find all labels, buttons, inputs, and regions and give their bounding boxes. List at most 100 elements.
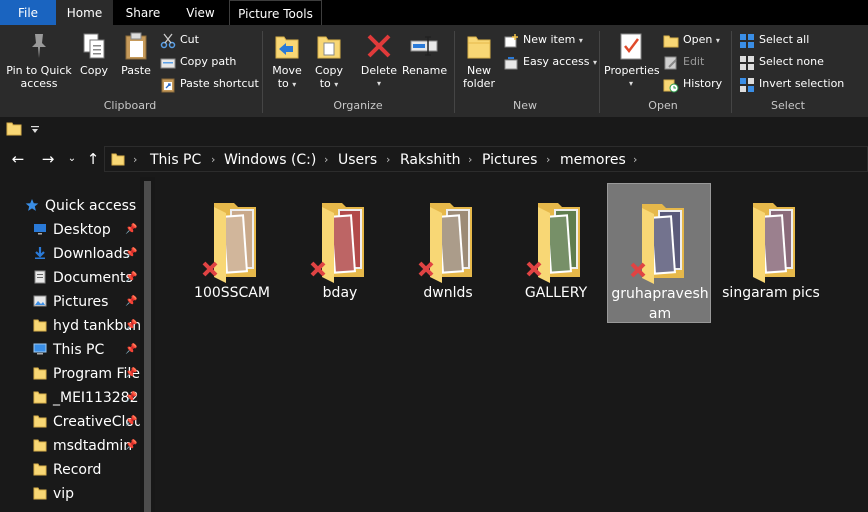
up-arrow-icon[interactable]: ↑ bbox=[84, 149, 102, 169]
breadcrumb-users[interactable]: Users bbox=[338, 152, 377, 168]
delete-label: Delete bbox=[360, 64, 398, 77]
pin-to-quick-access-button[interactable]: Pin to Quick access bbox=[5, 31, 73, 90]
sidebar-item-label: msdtadmin bbox=[53, 438, 133, 454]
folder-thumbnail-icon bbox=[310, 203, 364, 283]
select-all-icon bbox=[740, 34, 754, 48]
recent-locations-chevron-icon[interactable]: ⌄ bbox=[63, 149, 81, 169]
breadcrumb-windows-c[interactable]: Windows (C:) bbox=[224, 152, 316, 168]
pictures-icon bbox=[33, 295, 47, 307]
copy-path-icon bbox=[160, 58, 176, 69]
chevron-right-icon[interactable]: › bbox=[133, 153, 137, 166]
back-arrow-icon[interactable]: ← bbox=[9, 149, 27, 169]
download-icon bbox=[35, 247, 45, 259]
sidebar-item[interactable]: This PC 📌 bbox=[0, 338, 140, 362]
folder-name: GALLERY bbox=[524, 285, 588, 301]
pin-label-1: Pin to Quick bbox=[6, 64, 72, 77]
properties-button[interactable]: Properties ▾ bbox=[604, 31, 660, 90]
chevron-right-icon[interactable]: › bbox=[386, 153, 390, 166]
paste-button[interactable]: Paste bbox=[118, 31, 154, 77]
breadcrumb-this-pc[interactable]: This PC bbox=[150, 152, 201, 168]
sidebar-item[interactable]: hyd tankbund📌 bbox=[0, 314, 140, 338]
pin-icon: 📌 bbox=[125, 440, 138, 451]
move-to-button[interactable]: Move to ▾ bbox=[270, 31, 304, 91]
tab-view[interactable]: View bbox=[173, 0, 228, 25]
edit-pencil-icon bbox=[664, 56, 677, 70]
tab-picture-tools[interactable]: Picture Tools bbox=[229, 0, 322, 25]
navigation-scrollbar[interactable] bbox=[140, 177, 155, 512]
rename-button[interactable]: Rename bbox=[402, 31, 448, 77]
pin-icon: 📌 bbox=[125, 344, 138, 355]
scrollbar-thumb[interactable] bbox=[144, 181, 151, 512]
open-group-label: Open bbox=[648, 99, 678, 112]
breadcrumb-memores[interactable]: memores bbox=[560, 152, 626, 168]
ribbon-separator bbox=[731, 31, 732, 113]
folder-thumbnail-icon bbox=[630, 204, 684, 284]
folder-item[interactable]: gruhapravesham bbox=[607, 183, 711, 323]
tab-home[interactable]: Home bbox=[56, 0, 113, 25]
quick-access-item[interactable]: Quick access bbox=[0, 194, 140, 218]
delete-x-icon bbox=[367, 34, 391, 58]
pin-icon: 📌 bbox=[125, 368, 138, 379]
sidebar-item-label: Pictures bbox=[53, 294, 109, 310]
sidebar-item[interactable]: vip bbox=[0, 482, 140, 506]
copy-to-icon bbox=[317, 36, 341, 59]
rename-label: Rename bbox=[402, 64, 448, 77]
ribbon-tab-bar: File Home Share View Picture Tools bbox=[0, 0, 868, 25]
breadcrumb-rakshith[interactable]: Rakshith bbox=[400, 152, 461, 168]
chevron-right-icon[interactable]: › bbox=[211, 153, 215, 166]
folder-item[interactable]: GALLERY bbox=[504, 183, 608, 323]
pin-label-2: access bbox=[20, 77, 58, 90]
ribbon-separator bbox=[262, 31, 263, 113]
move-to-icon bbox=[275, 36, 299, 59]
sidebar-item[interactable]: Desktop 📌 bbox=[0, 218, 140, 242]
sidebar-item[interactable]: msdtadmin 📌 bbox=[0, 434, 140, 458]
folder-icon[interactable] bbox=[6, 122, 22, 136]
breadcrumb-pictures[interactable]: Pictures bbox=[482, 152, 537, 168]
chevron-right-icon[interactable]: › bbox=[468, 153, 472, 166]
clipboard-group-label: Clipboard bbox=[103, 99, 157, 112]
sidebar-item[interactable]: Program Files 📌 bbox=[0, 362, 140, 386]
pin-icon: 📌 bbox=[125, 272, 138, 283]
sidebar-item-label: Downloads bbox=[53, 246, 130, 262]
address-bar[interactable]: › This PC › Windows (C:) › Users › Raksh… bbox=[104, 146, 868, 172]
forward-arrow-icon[interactable]: → bbox=[39, 149, 57, 169]
new-folder-label-1: New bbox=[467, 64, 491, 77]
folder-item[interactable]: singaram pics bbox=[719, 183, 823, 323]
pin-icon: 📌 bbox=[125, 248, 138, 259]
copy-to-button[interactable]: Copy to ▾ bbox=[312, 31, 346, 91]
folder-name: 100SSCAM bbox=[194, 285, 270, 301]
sidebar-item-label: Documents bbox=[53, 270, 133, 286]
sidebar-item[interactable]: Downloads 📌 bbox=[0, 242, 140, 266]
sidebar-item-label: Record bbox=[53, 462, 102, 478]
folder-item[interactable]: dwnlds bbox=[396, 183, 500, 323]
chevron-right-icon[interactable]: › bbox=[324, 153, 328, 166]
paste-label: Paste bbox=[121, 64, 151, 77]
sidebar-item[interactable]: Documents 📌 bbox=[0, 266, 140, 290]
sidebar-item[interactable]: CreativeCloud📌 bbox=[0, 410, 140, 434]
folder-item[interactable]: 100SSCAM bbox=[180, 183, 284, 323]
pin-icon bbox=[32, 34, 46, 58]
tab-share[interactable]: Share bbox=[113, 0, 173, 25]
paste-shortcut-label: Paste shortcut bbox=[180, 77, 259, 90]
folder-thumbnail-icon bbox=[418, 203, 472, 283]
folder-icon bbox=[33, 391, 47, 404]
sidebar-item[interactable]: Record bbox=[0, 458, 140, 482]
copy-to-sublabel: to ▾ bbox=[319, 77, 339, 90]
new-group-label: New bbox=[513, 99, 537, 112]
new-folder-button[interactable]: New folder bbox=[460, 31, 498, 90]
chevron-right-icon[interactable]: › bbox=[546, 153, 550, 166]
copy-button[interactable]: Copy bbox=[78, 31, 110, 77]
copy-path-label: Copy path bbox=[180, 55, 237, 68]
folder-thumbnail-icon bbox=[202, 203, 256, 283]
invert-selection-icon bbox=[740, 78, 754, 92]
delete-button[interactable]: Delete ▾ bbox=[360, 31, 398, 90]
properties-dropdown-icon: ▾ bbox=[628, 79, 633, 88]
folder-name: dwnlds bbox=[423, 285, 473, 301]
sidebar-item[interactable]: _MEI113282 📌 bbox=[0, 386, 140, 410]
customize-toolbar-icon[interactable] bbox=[30, 125, 40, 135]
chevron-right-icon[interactable]: › bbox=[633, 153, 637, 166]
tab-file[interactable]: File bbox=[0, 0, 56, 25]
select-none-label: Select none bbox=[759, 55, 824, 68]
sidebar-item[interactable]: Pictures 📌 bbox=[0, 290, 140, 314]
folder-item[interactable]: bday bbox=[288, 183, 392, 323]
